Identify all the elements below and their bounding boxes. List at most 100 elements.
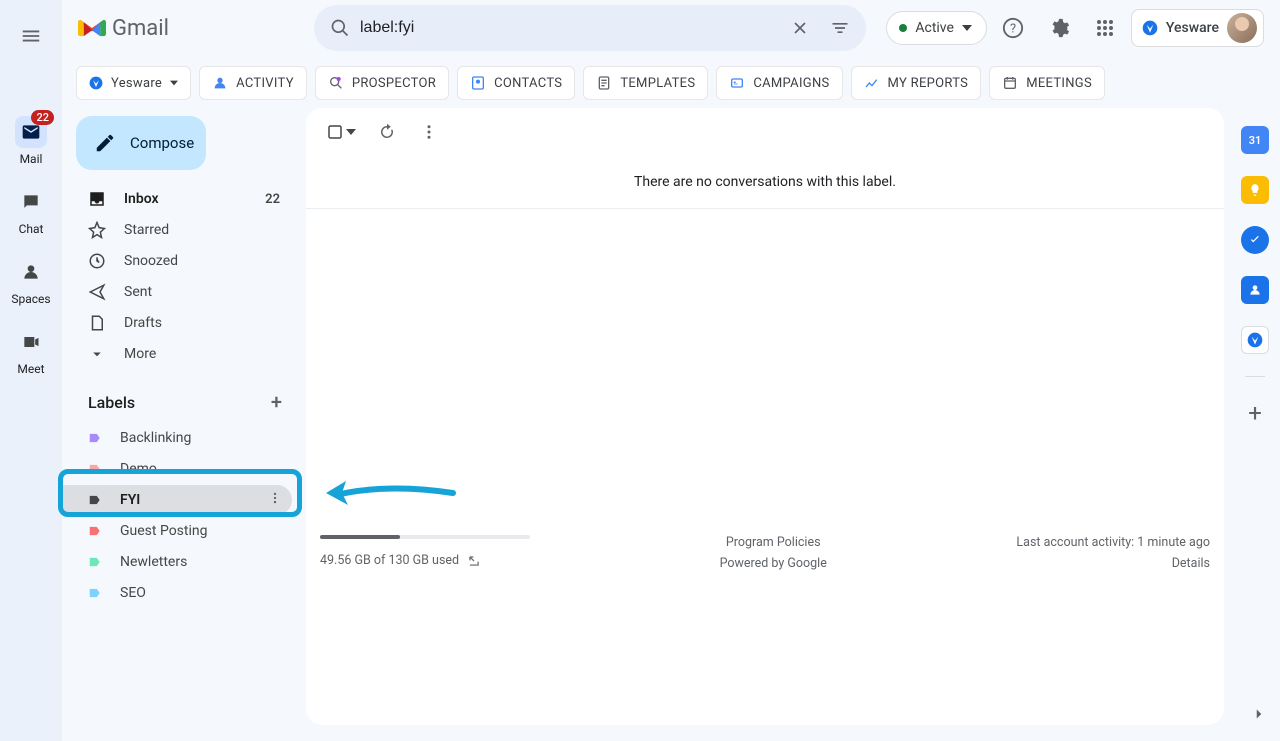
- templates-button[interactable]: TEMPLATES: [583, 66, 708, 100]
- contacts-button[interactable]: CONTACTS: [457, 66, 575, 100]
- label-item-backlinking[interactable]: Backlinking: [62, 423, 292, 453]
- label-name: Newletters: [120, 554, 187, 570]
- activity-icon: [212, 75, 228, 91]
- search-options-button[interactable]: [820, 8, 860, 48]
- spaces-icon: [15, 256, 47, 288]
- status-chip[interactable]: Active: [886, 11, 987, 45]
- chip-label: MEETINGS: [1026, 76, 1092, 91]
- label-tag-icon: [88, 524, 102, 538]
- chip-label: CAMPAIGNS: [753, 76, 829, 91]
- label-more-button[interactable]: [268, 491, 282, 509]
- reports-icon: [864, 75, 880, 91]
- panel-divider: [1245, 376, 1265, 377]
- more-actions-button[interactable]: [412, 115, 446, 149]
- search-icon[interactable]: [320, 8, 360, 48]
- label-tag-icon: [88, 555, 102, 569]
- prospector-icon: [328, 75, 344, 91]
- prospector-button[interactable]: PROSPECTOR: [315, 66, 449, 100]
- gmail-logo[interactable]: Gmail: [78, 16, 306, 41]
- nav-more[interactable]: More: [62, 339, 292, 369]
- activity-button[interactable]: ACTIVITY: [199, 66, 307, 100]
- my-reports-button[interactable]: MY REPORTS: [851, 66, 982, 100]
- main-menu-button[interactable]: [7, 12, 55, 60]
- label-name: Demo: [120, 461, 157, 477]
- yesware-logo-icon: [1142, 20, 1158, 36]
- chip-label: MY REPORTS: [888, 76, 969, 91]
- label-item-demo[interactable]: Demo: [62, 454, 292, 484]
- nav-label: Sent: [124, 284, 152, 300]
- storage-bar: [320, 535, 530, 539]
- nav-label: Drafts: [124, 315, 162, 331]
- rail-item-meet[interactable]: Meet: [0, 326, 62, 376]
- chevron-down-icon: [346, 127, 356, 137]
- yesware-icon: [1247, 332, 1263, 348]
- support-button[interactable]: ?: [993, 8, 1033, 48]
- chip-label: PROSPECTOR: [352, 76, 436, 91]
- label-tag-icon: [88, 431, 102, 445]
- nav-label: Starred: [124, 222, 169, 238]
- yesware-panel-button[interactable]: [1241, 326, 1269, 354]
- empty-state-message: There are no conversations with this lab…: [306, 156, 1224, 209]
- add-panel-app-button[interactable]: +: [1248, 399, 1262, 427]
- rail-item-chat[interactable]: Chat: [0, 186, 62, 236]
- hamburger-icon: [20, 25, 42, 47]
- labels-heading: Labels: [88, 393, 135, 412]
- calendar-day-label: 31: [1249, 134, 1262, 147]
- chip-label: ACTIVITY: [236, 76, 294, 91]
- label-item-newletters[interactable]: Newletters: [62, 547, 292, 577]
- mail-unread-badge: 22: [31, 110, 54, 125]
- app-title: Gmail: [112, 16, 169, 41]
- campaigns-button[interactable]: CAMPAIGNS: [716, 66, 842, 100]
- yesware-icon: [89, 76, 103, 90]
- nav-starred[interactable]: Starred: [62, 215, 292, 245]
- templates-icon: [596, 75, 612, 91]
- label-item-fyi[interactable]: FYI: [62, 485, 292, 515]
- nav-sent[interactable]: Sent: [62, 277, 292, 307]
- status-label: Active: [915, 20, 954, 36]
- rail-item-mail[interactable]: 22 Mail: [0, 116, 62, 166]
- compose-label: Compose: [130, 134, 194, 152]
- nav-inbox[interactable]: Inbox 22: [62, 184, 292, 214]
- gmail-logo-icon: [78, 17, 106, 39]
- account-avatar[interactable]: [1227, 13, 1257, 43]
- inbox-count: 22: [265, 192, 280, 207]
- select-all-checkbox[interactable]: [320, 117, 362, 147]
- label-item-guest-posting[interactable]: Guest Posting: [62, 516, 292, 546]
- meet-icon: [15, 326, 47, 358]
- nav-label: More: [124, 346, 156, 362]
- label-name: Backlinking: [120, 430, 191, 446]
- nav-drafts[interactable]: Drafts: [62, 308, 292, 338]
- calendar-app-button[interactable]: 31: [1241, 126, 1269, 154]
- tasks-app-button[interactable]: [1241, 226, 1269, 254]
- details-link[interactable]: Details: [1172, 556, 1210, 571]
- refresh-icon: [378, 123, 396, 141]
- yesware-account-chip[interactable]: Yesware: [1131, 9, 1264, 47]
- contacts-icon: [470, 75, 486, 91]
- chevron-down-icon: [88, 345, 106, 363]
- collapse-panel-button[interactable]: [1250, 705, 1268, 727]
- keep-icon: [1248, 183, 1262, 197]
- program-policies-link[interactable]: Program Policies: [726, 535, 821, 550]
- contacts-app-button[interactable]: [1241, 276, 1269, 304]
- settings-button[interactable]: [1039, 8, 1079, 48]
- yesware-menu-button[interactable]: Yesware: [76, 66, 191, 100]
- more-vert-icon: [420, 123, 438, 141]
- refresh-button[interactable]: [370, 115, 404, 149]
- compose-button[interactable]: Compose: [76, 116, 206, 170]
- clear-search-button[interactable]: [780, 8, 820, 48]
- apps-button[interactable]: [1085, 8, 1125, 48]
- open-external-icon[interactable]: [467, 554, 481, 568]
- keep-app-button[interactable]: [1241, 176, 1269, 204]
- search-input[interactable]: [360, 19, 780, 37]
- chip-label: CONTACTS: [494, 76, 562, 91]
- meetings-button[interactable]: MEETINGS: [989, 66, 1105, 100]
- checkbox-icon: [326, 123, 344, 141]
- label-item-seo[interactable]: SEO: [62, 578, 292, 608]
- search-bar[interactable]: [314, 5, 866, 51]
- chevron-right-icon: [1250, 705, 1268, 723]
- nav-snoozed[interactable]: Snoozed: [62, 246, 292, 276]
- meetings-icon: [1002, 75, 1018, 91]
- chevron-down-icon: [962, 23, 972, 33]
- add-label-button[interactable]: +: [271, 390, 282, 414]
- rail-item-spaces[interactable]: Spaces: [0, 256, 62, 306]
